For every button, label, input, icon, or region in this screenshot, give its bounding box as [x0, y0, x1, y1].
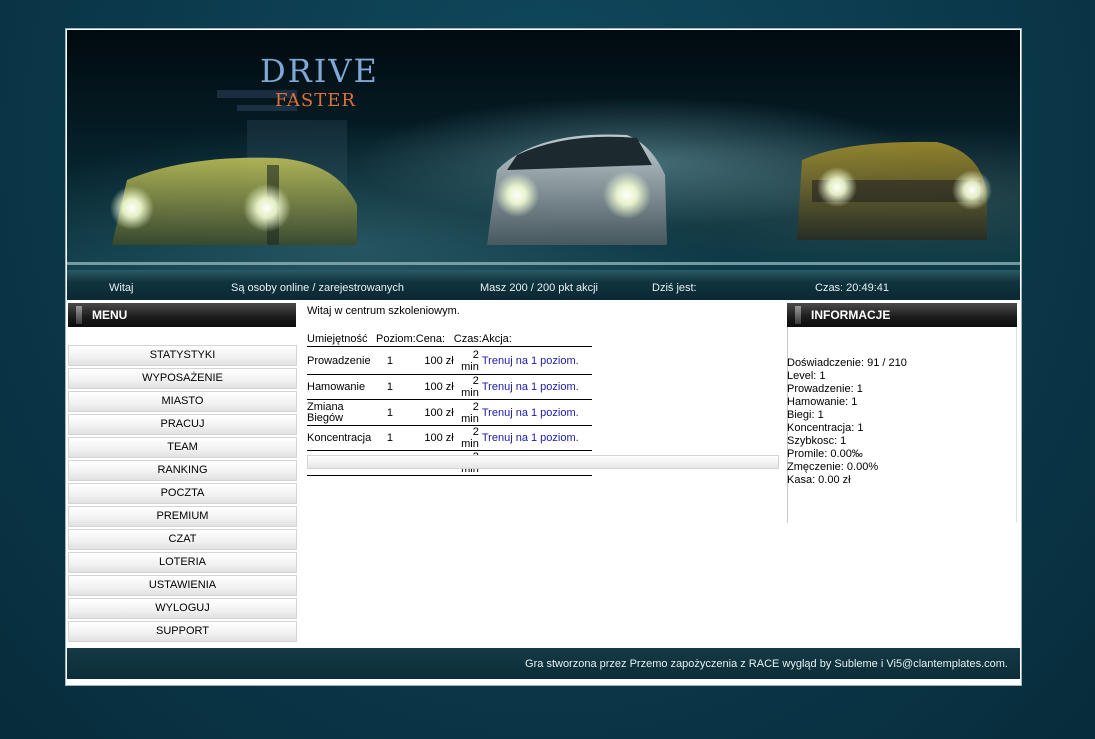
train-link[interactable]: Trenuj na 1 poziom. [481, 374, 592, 400]
welcome-text: Witaj [109, 282, 134, 294]
table-row: Hamowanie 1 100 zł 2 min Trenuj na 1 poz… [307, 374, 592, 400]
train-link[interactable]: Trenuj na 1 poziom. [481, 399, 592, 426]
table-header-row: Umiejętność Poziom: Cena: Czas: Akcja: [307, 332, 592, 347]
info-braking: Hamowanie: 1 [787, 396, 858, 408]
skill-level: 1 [376, 346, 416, 375]
status-bar: Witaj Są osoby online / zarejestrowanych… [67, 270, 1020, 300]
col-header-action: Akcja: [481, 332, 592, 347]
menu-item-poczta[interactable]: POCZTA [68, 483, 297, 504]
skill-price: 100 zł [415, 346, 454, 375]
menu-item-wyloguj[interactable]: WYLOGUJ [68, 598, 297, 619]
skill-time: 2 min [453, 346, 482, 375]
main-menu: STATYSTYKI WYPOSAŻENIE MIASTO PRACUJ TEA… [68, 345, 297, 644]
menu-item-loteria[interactable]: LOTERIA [68, 552, 297, 573]
menu-header-marker [76, 306, 82, 324]
col-header-time: Czas: [453, 332, 482, 347]
skill-level: 1 [376, 425, 416, 451]
footer: Gra stworzona przez Przemo zapożyczenia … [67, 648, 1020, 679]
content-bottom-bar [307, 455, 779, 469]
menu-title: MENU [92, 308, 128, 322]
table-row: Prowadzenie 1 100 zł 2 min Trenuj na 1 p… [307, 346, 592, 375]
page-frame: DRIVE FASTER Witaj Są osoby online / zar… [65, 28, 1022, 686]
training-center-welcome: Witaj w centrum szkoleniowym. [307, 305, 460, 317]
col-header-skill: Umiejętność [307, 332, 376, 347]
col-header-price: Cena: [415, 332, 454, 347]
info-cash: Kasa: 0.00 zł [787, 474, 851, 486]
cars-illustration [67, 134, 1020, 265]
online-users: Są osoby online / zarejestrowanych [231, 282, 405, 294]
menu-item-support[interactable]: SUPPORT [68, 621, 297, 642]
table-row: Zmiana Biegów 1 100 zł 2 min Trenuj na 1… [307, 399, 592, 426]
header-banner: DRIVE FASTER [67, 30, 1020, 270]
info-title: INFORMACJE [811, 308, 891, 322]
info-fatigue: Zmęczenie: 0.00% [787, 461, 879, 473]
info-promile: Promile: 0.00‰ [787, 448, 863, 460]
table-row: Koncentracja 1 100 zł 2 min Trenuj na 1 … [307, 425, 592, 451]
skill-time: 2 min [453, 374, 482, 400]
player-info: Doświadczenie: 91 / 210 Level: 1 Prowadz… [787, 357, 1017, 487]
skill-price: 100 zł [415, 399, 454, 426]
menu-item-ustawienia[interactable]: USTAWIENIA [68, 575, 297, 596]
skill-name: Hamowanie [307, 374, 376, 400]
skill-level: 1 [376, 399, 416, 426]
train-link[interactable]: Trenuj na 1 poziom. [481, 346, 592, 375]
menu-item-miasto[interactable]: MIASTO [68, 391, 297, 412]
menu-item-premium[interactable]: PREMIUM [68, 506, 297, 527]
footer-credits: Gra stworzona przez Przemo zapożyczenia … [525, 658, 1008, 670]
train-link[interactable]: Trenuj na 1 poziom. [481, 425, 592, 451]
menu-item-wyposazenie[interactable]: WYPOSAŻENIE [68, 368, 297, 389]
info-experience: Doświadczenie: 91 / 210 [787, 357, 907, 369]
skill-time: 2 min [453, 425, 482, 451]
skill-price: 100 zł [415, 425, 454, 451]
info-level: Level: 1 [787, 370, 826, 382]
info-header: INFORMACJE [787, 303, 1017, 327]
clock: Czas: 20:49:41 [815, 282, 889, 294]
col-header-level: Poziom: [376, 332, 416, 347]
info-driving: Prowadzenie: 1 [787, 383, 863, 395]
info-concentration: Koncentracja: 1 [787, 422, 864, 434]
skill-price: 100 zł [415, 374, 454, 400]
action-points: Masz 200 / 200 pkt akcji [480, 282, 599, 294]
skill-name: Koncentracja [307, 425, 376, 451]
info-header-marker [795, 306, 801, 324]
skill-level: 1 [376, 374, 416, 400]
menu-item-statystyki[interactable]: STATYSTYKI [68, 345, 297, 366]
menu-item-czat[interactable]: CZAT [68, 529, 297, 550]
info-gears: Biegi: 1 [787, 409, 824, 421]
menu-item-ranking[interactable]: RANKING [68, 460, 297, 481]
skill-name: Zmiana Biegów [307, 399, 376, 426]
info-speed: Szybkosc: 1 [787, 435, 847, 447]
menu-header: MENU [68, 303, 296, 327]
menu-item-pracuj[interactable]: PRACUJ [68, 414, 297, 435]
skill-name: Prowadzenie [307, 346, 376, 375]
today-date: Dziś jest: [652, 282, 697, 294]
skill-time: 2 min [453, 399, 482, 426]
menu-item-team[interactable]: TEAM [68, 437, 297, 458]
